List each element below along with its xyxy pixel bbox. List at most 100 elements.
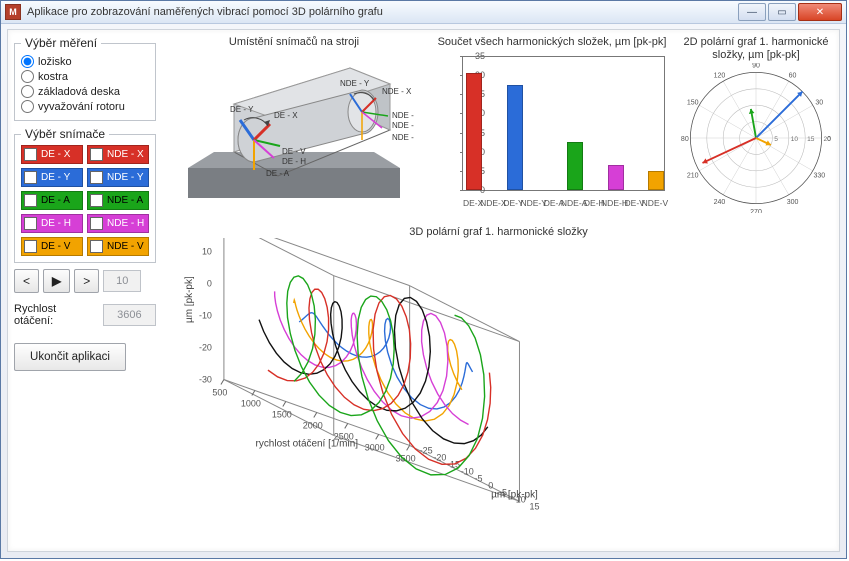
app-body: Výběr měření ložisko kostrazákladová desk… (7, 29, 840, 552)
checkbox-icon[interactable] (24, 240, 37, 253)
sensor-de-x[interactable]: ✓ DE - X (21, 145, 83, 164)
measure-radio-vyvazovani[interactable] (21, 100, 34, 113)
app-icon: M (5, 4, 21, 20)
polar-spoke (699, 105, 756, 138)
checkbox-icon[interactable]: ✓ (24, 217, 37, 230)
checkbox-icon[interactable] (24, 194, 37, 207)
polar-rtick: 10 (791, 136, 799, 143)
sensor-group: Výběr snímače ✓ DE - X NDE - X✓DE - Y NDE -… (14, 127, 156, 263)
plot3d-panel: 3D polární graf 1. harmonické složky 500… (164, 226, 833, 545)
checkbox-icon[interactable] (90, 148, 103, 161)
svg-text:NDE - A: NDE - A (392, 133, 414, 142)
measure-label: vyvažování rotoru (38, 101, 125, 113)
z-tick: -20 (199, 343, 212, 353)
polar-theta-label: 60 (789, 73, 797, 80)
barchart-title: Součet všech harmonických složek, µm [pk… (436, 36, 668, 48)
svg-text:DE - H: DE - H (282, 157, 306, 166)
checkbox-icon[interactable] (90, 217, 103, 230)
sensor-label: NDE - A (107, 195, 143, 206)
y-tick: -10 (461, 466, 474, 476)
axis-line (224, 238, 410, 286)
maximize-button[interactable]: ▭ (768, 3, 796, 21)
measure-option-kostra[interactable]: kostra (21, 69, 149, 84)
measure-radio-lozisko[interactable] (21, 55, 34, 68)
measure-option-lozisko[interactable]: ložisko (21, 54, 149, 69)
sensor-label: DE - X (41, 149, 70, 160)
xlabel: rychlost otáčení [1/min] (256, 438, 359, 449)
exit-button[interactable]: Ukončit aplikaci (14, 343, 126, 371)
measure-label: kostra (38, 71, 68, 83)
sensor-de-h[interactable]: ✓DE - H (21, 214, 83, 233)
titlebar: M Aplikace pro zobrazování naměřených vi… (1, 1, 846, 24)
series-line (275, 291, 469, 424)
axis-line (224, 238, 334, 276)
x-tick: 500 (212, 387, 227, 397)
x-tick: 2000 (303, 420, 323, 430)
zlabel: µm [pk-pk] (184, 276, 195, 323)
sensor-label: DE - V (41, 241, 70, 252)
polar-theta-label: 90 (752, 63, 760, 70)
polar-theta-label: 30 (815, 100, 823, 107)
sensor-label: DE - A (41, 195, 70, 206)
nav-play-button[interactable]: ▶ (43, 269, 70, 293)
svg-text:NDE - H: NDE - H (392, 121, 414, 130)
close-button[interactable]: ✕ (798, 3, 842, 21)
barchart-panel: Součet všech harmonických složek, µm [pk… (436, 36, 668, 212)
sensor-label: NDE - Y (107, 172, 144, 183)
measure-option-zakladova[interactable]: základová deska (21, 84, 149, 99)
checkbox-icon[interactable] (90, 194, 103, 207)
polar-theta-label: 120 (714, 73, 726, 80)
polar-theta-label: 240 (714, 199, 726, 206)
z-tick: -30 (199, 375, 212, 385)
sensor-nde-x[interactable]: NDE - X (87, 145, 149, 164)
speed-label: Rychlost otáčení: (14, 303, 97, 327)
sensor-nde-v[interactable]: NDE - V (87, 237, 149, 256)
left-panel: Výběr měření ložisko kostrazákladová desk… (14, 36, 156, 545)
measure-radio-kostra[interactable] (21, 70, 34, 83)
polar-theta-label: 330 (813, 173, 825, 180)
sensor-de-v[interactable]: DE - V (21, 237, 83, 256)
measure-legend: Výběr měření (21, 36, 101, 50)
measure-group: Výběr měření ložisko kostrazákladová desk… (14, 36, 156, 121)
polar-vector-blue (756, 92, 802, 138)
bar-xtick: NDE-V (642, 198, 668, 208)
axis-line (410, 286, 520, 342)
measure-radio-zakladova[interactable] (21, 85, 34, 98)
sensor-nde-h[interactable]: NDE - H (87, 214, 149, 233)
sensor-de-a[interactable]: DE - A (21, 191, 83, 210)
nav-next-button[interactable]: > (74, 269, 99, 293)
minimize-button[interactable]: — (738, 3, 766, 21)
sensor-nde-y[interactable]: NDE - Y (87, 168, 149, 187)
checkbox-icon[interactable] (90, 171, 103, 184)
polar-theta-label: 150 (687, 100, 699, 107)
speed-value-box: 3606 (103, 304, 156, 326)
z-tick: 0 (207, 279, 212, 289)
y-tick: -5 (475, 473, 483, 483)
measure-label: ložisko (38, 56, 72, 68)
series-line (259, 297, 488, 443)
nav-prev-button[interactable]: < (14, 269, 39, 293)
svg-text:NDE - Y: NDE - Y (340, 79, 370, 88)
polar2d-panel: 2D polární graf 1. harmonické složky, µm… (676, 36, 836, 213)
svg-text:DE - A: DE - A (266, 169, 290, 178)
checkbox-icon[interactable]: ✓ (24, 171, 37, 184)
step-value-box: 10 (103, 270, 141, 292)
x-tick: 3500 (396, 453, 416, 463)
checkbox-icon[interactable]: ✓ (24, 148, 37, 161)
svg-text:DE - V: DE - V (282, 147, 306, 156)
plot3d-title: 3D polární graf 1. harmonické složky (164, 226, 833, 238)
sensor-nde-a[interactable]: NDE - A (87, 191, 149, 210)
sensor-legend: Výběr snímače (21, 127, 109, 141)
diagram-title: Umístění snímačů na stroji (164, 36, 424, 48)
polar-rtick: 15 (807, 136, 815, 143)
x-tick: 1000 (241, 398, 261, 408)
svg-text:DE - X: DE - X (274, 111, 298, 120)
z-tick: 10 (202, 247, 212, 257)
sensor-de-y[interactable]: ✓DE - Y (21, 168, 83, 187)
polar-rtick: 5 (774, 136, 778, 143)
measure-option-vyvazovani[interactable]: vyvažování rotoru (21, 99, 149, 114)
z-tick: -10 (199, 311, 212, 321)
polar-theta-label: 0 (827, 136, 831, 143)
sensor-label: NDE - V (107, 241, 144, 252)
checkbox-icon[interactable] (90, 240, 103, 253)
